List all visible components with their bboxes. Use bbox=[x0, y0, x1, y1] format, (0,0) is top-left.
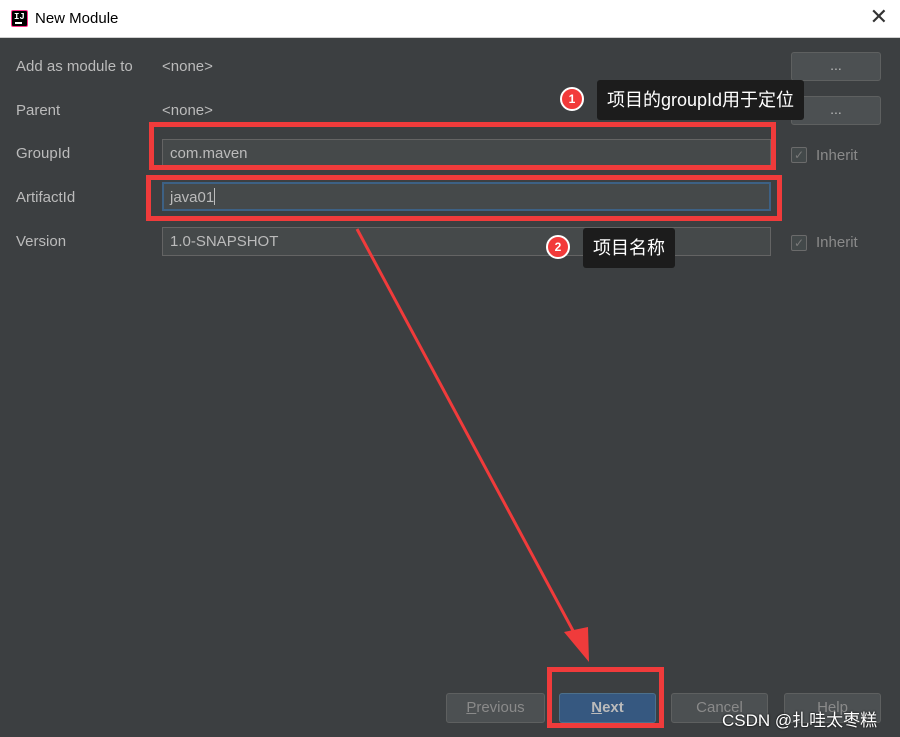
callout-1-badge: 1 bbox=[560, 87, 584, 111]
callout-2-badge: 2 bbox=[546, 235, 570, 259]
watermark: CSDN @扎哇太枣糕 bbox=[722, 711, 878, 730]
callout-project-name: 项目名称 bbox=[583, 228, 675, 268]
arrow-head bbox=[564, 627, 589, 662]
arrow-shaft bbox=[355, 228, 580, 641]
callout-groupid: 项目的groupId用于定位 bbox=[597, 80, 805, 120]
